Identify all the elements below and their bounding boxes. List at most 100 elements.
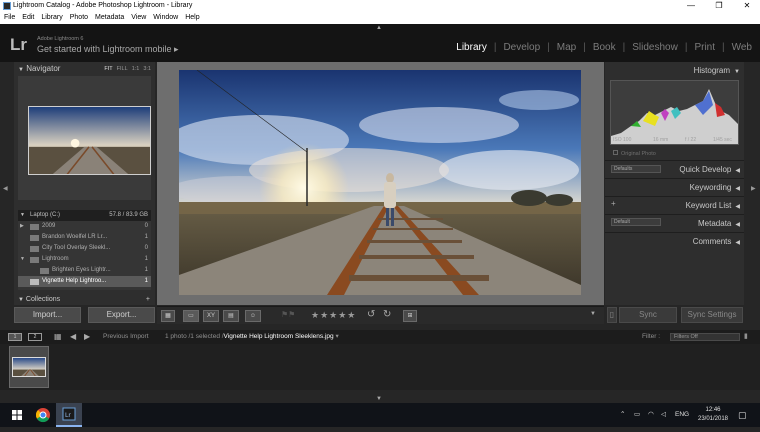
lightroom-taskbar-icon[interactable]: Lr [56,403,82,427]
filter-select[interactable]: Filters Off [670,333,740,341]
rotate-right-icon[interactable]: ↻ [383,309,391,320]
expand-triangle-icon[interactable]: ◀ [735,222,740,228]
previous-import-label[interactable]: Previous Import [103,330,149,344]
module-web[interactable]: Web [732,42,752,53]
chrome-icon[interactable] [30,403,56,427]
primary-screen-button[interactable]: 1 [8,333,22,341]
navigator-preview[interactable] [18,76,151,200]
flag-icons[interactable]: ⚑⚑ [281,310,295,319]
tray-chevron-icon[interactable]: ⌃ [620,403,625,427]
sync-settings-button[interactable]: Sync Settings [681,307,743,323]
menu-file[interactable]: File [1,12,18,24]
drive-expand-icon[interactable]: ▼ [20,210,25,221]
top-panel-toggle-icon[interactable]: ▲ [376,25,382,31]
folder-expand-icon[interactable]: ▼ [20,254,25,265]
original-photo-checkbox[interactable] [613,150,618,155]
taskbar-clock[interactable]: 12:46 23/01/2018 [696,406,730,424]
back-arrow-icon[interactable]: ◀ [70,330,76,344]
battery-icon[interactable]: ▭ [634,403,640,427]
filmstrip-thumbnail-cell[interactable] [9,346,49,388]
keyword-list-header[interactable]: Keyword List ◀ [605,196,744,213]
navigator-header[interactable]: ▼ Navigator FIT FILL 1:1 3:1 [14,62,155,76]
wifi-icon[interactable]: ◠ [648,403,654,427]
folder-expand-icon[interactable]: ▶ [20,221,24,232]
module-library[interactable]: Library [456,42,487,53]
collections-header[interactable]: ▼ Collections + [14,294,155,305]
navigator-thumbnail[interactable] [28,106,151,175]
sync-toggle-icon[interactable]: ▯ [607,307,617,323]
crop-overlay-icon[interactable]: ⊞ [403,310,417,322]
volume-icon[interactable]: ◁ [661,403,666,427]
keywording-header[interactable]: Keywording ◀ [605,178,744,195]
menu-view[interactable]: View [128,12,149,24]
left-panel-toggle-icon[interactable]: ◀ [3,185,8,192]
export-button[interactable]: Export... [88,307,155,323]
compare-view-icon[interactable]: XY [203,310,219,322]
zoom-1to1[interactable]: 1:1 [132,66,140,72]
folder-icon [30,279,39,285]
folder-row[interactable]: Brighten Eyes Lightr... 1 [18,265,151,276]
grid-view-icon[interactable]: ▦ [161,310,175,322]
menu-photo[interactable]: Photo [67,12,91,24]
toolbar-menu-icon[interactable]: ▼ [590,311,596,317]
drive-row[interactable]: ▼ Laptop (C:) 57.8 / 83.9 GB [18,210,151,221]
expand-triangle-icon[interactable]: ◀ [735,204,740,210]
bottom-panel-toggle-icon[interactable]: ▼ [376,396,382,402]
grid-icon[interactable]: ▦ [54,330,62,344]
comments-header[interactable]: Comments ◀ [605,232,744,249]
original-photo-toggle[interactable]: Original Photo [613,150,656,157]
forward-arrow-icon[interactable]: ▶ [84,330,90,344]
histogram-header[interactable]: Histogram ▼ [605,62,744,79]
menu-help[interactable]: Help [182,12,202,24]
expand-triangle-icon[interactable]: ◀ [735,186,740,192]
collapse-triangle-icon[interactable]: ▼ [734,69,740,75]
zoom-3to1[interactable]: 3:1 [143,66,151,72]
module-map[interactable]: Map [557,42,576,53]
module-slideshow[interactable]: Slideshow [632,42,678,53]
survey-view-icon[interactable]: ▤ [223,310,239,322]
expand-triangle-icon[interactable]: ◀ [735,240,740,246]
collapse-triangle-icon[interactable]: ▼ [18,67,24,73]
star-rating[interactable]: ★★★★★ [311,310,356,321]
folder-row[interactable]: ▼ Lightroom 1 [18,254,151,265]
folders-list: ▼ Laptop (C:) 57.8 / 83.9 GB ▶ 2009 0 Br… [18,210,151,290]
zoom-fill[interactable]: FILL [117,66,128,72]
zoom-fit[interactable]: FIT [104,66,112,72]
windows-start-icon[interactable] [4,403,30,427]
language-indicator[interactable]: ENG [675,403,689,427]
expand-triangle-icon[interactable]: ◀ [735,168,740,174]
main-photo[interactable] [179,70,581,295]
rotate-left-icon[interactable]: ↺ [367,309,375,320]
folder-row[interactable]: City Tool Overlay Sleekl... 0 [18,243,151,254]
module-develop[interactable]: Develop [503,42,540,53]
notification-icon[interactable]: ▢ [738,403,747,427]
collapse-triangle-icon[interactable]: ▼ [18,297,24,303]
loupe-view-icon[interactable]: ▭ [183,310,199,322]
saved-preset-select[interactable]: Defaults [611,165,661,173]
close-button[interactable]: ✕ [736,0,758,12]
module-print[interactable]: Print [694,42,715,53]
menu-library[interactable]: Library [38,12,65,24]
filename-dropdown-icon[interactable]: ▾ [335,333,338,340]
menu-edit[interactable]: Edit [19,12,37,24]
folder-row[interactable]: Brandon Woelfel LR Lr... 1 [18,232,151,243]
secondary-screen-button[interactable]: 2 [28,333,42,341]
people-view-icon[interactable]: ☺ [245,310,261,322]
folder-row-selected[interactable]: Vignette Help Lightroo... 1 [18,276,151,287]
minimize-button[interactable]: — [680,0,702,12]
module-book[interactable]: Book [593,42,616,53]
import-button[interactable]: Import... [14,307,81,323]
add-keyword-icon[interactable]: + [611,199,616,208]
sync-button[interactable]: Sync [619,307,677,323]
maximize-button[interactable]: ❐ [708,0,730,12]
add-collection-icon[interactable]: + [146,294,150,305]
right-panel-toggle-icon[interactable]: ▶ [751,185,756,192]
filmstrip-thumbnail[interactable] [12,357,46,377]
filter-lock-icon[interactable]: ▮ [744,330,748,344]
folder-row[interactable]: ▶ 2009 0 [18,221,151,232]
menu-metadata[interactable]: Metadata [92,12,127,24]
selected-filename: Vignette Help Lightroom Sleeklens.jpg [223,333,334,340]
metadata-preset-select[interactable]: Default [611,218,661,226]
menu-window[interactable]: Window [150,12,181,24]
mobile-promo-link[interactable]: Get started with Lightroom mobile ▸ [37,44,179,55]
